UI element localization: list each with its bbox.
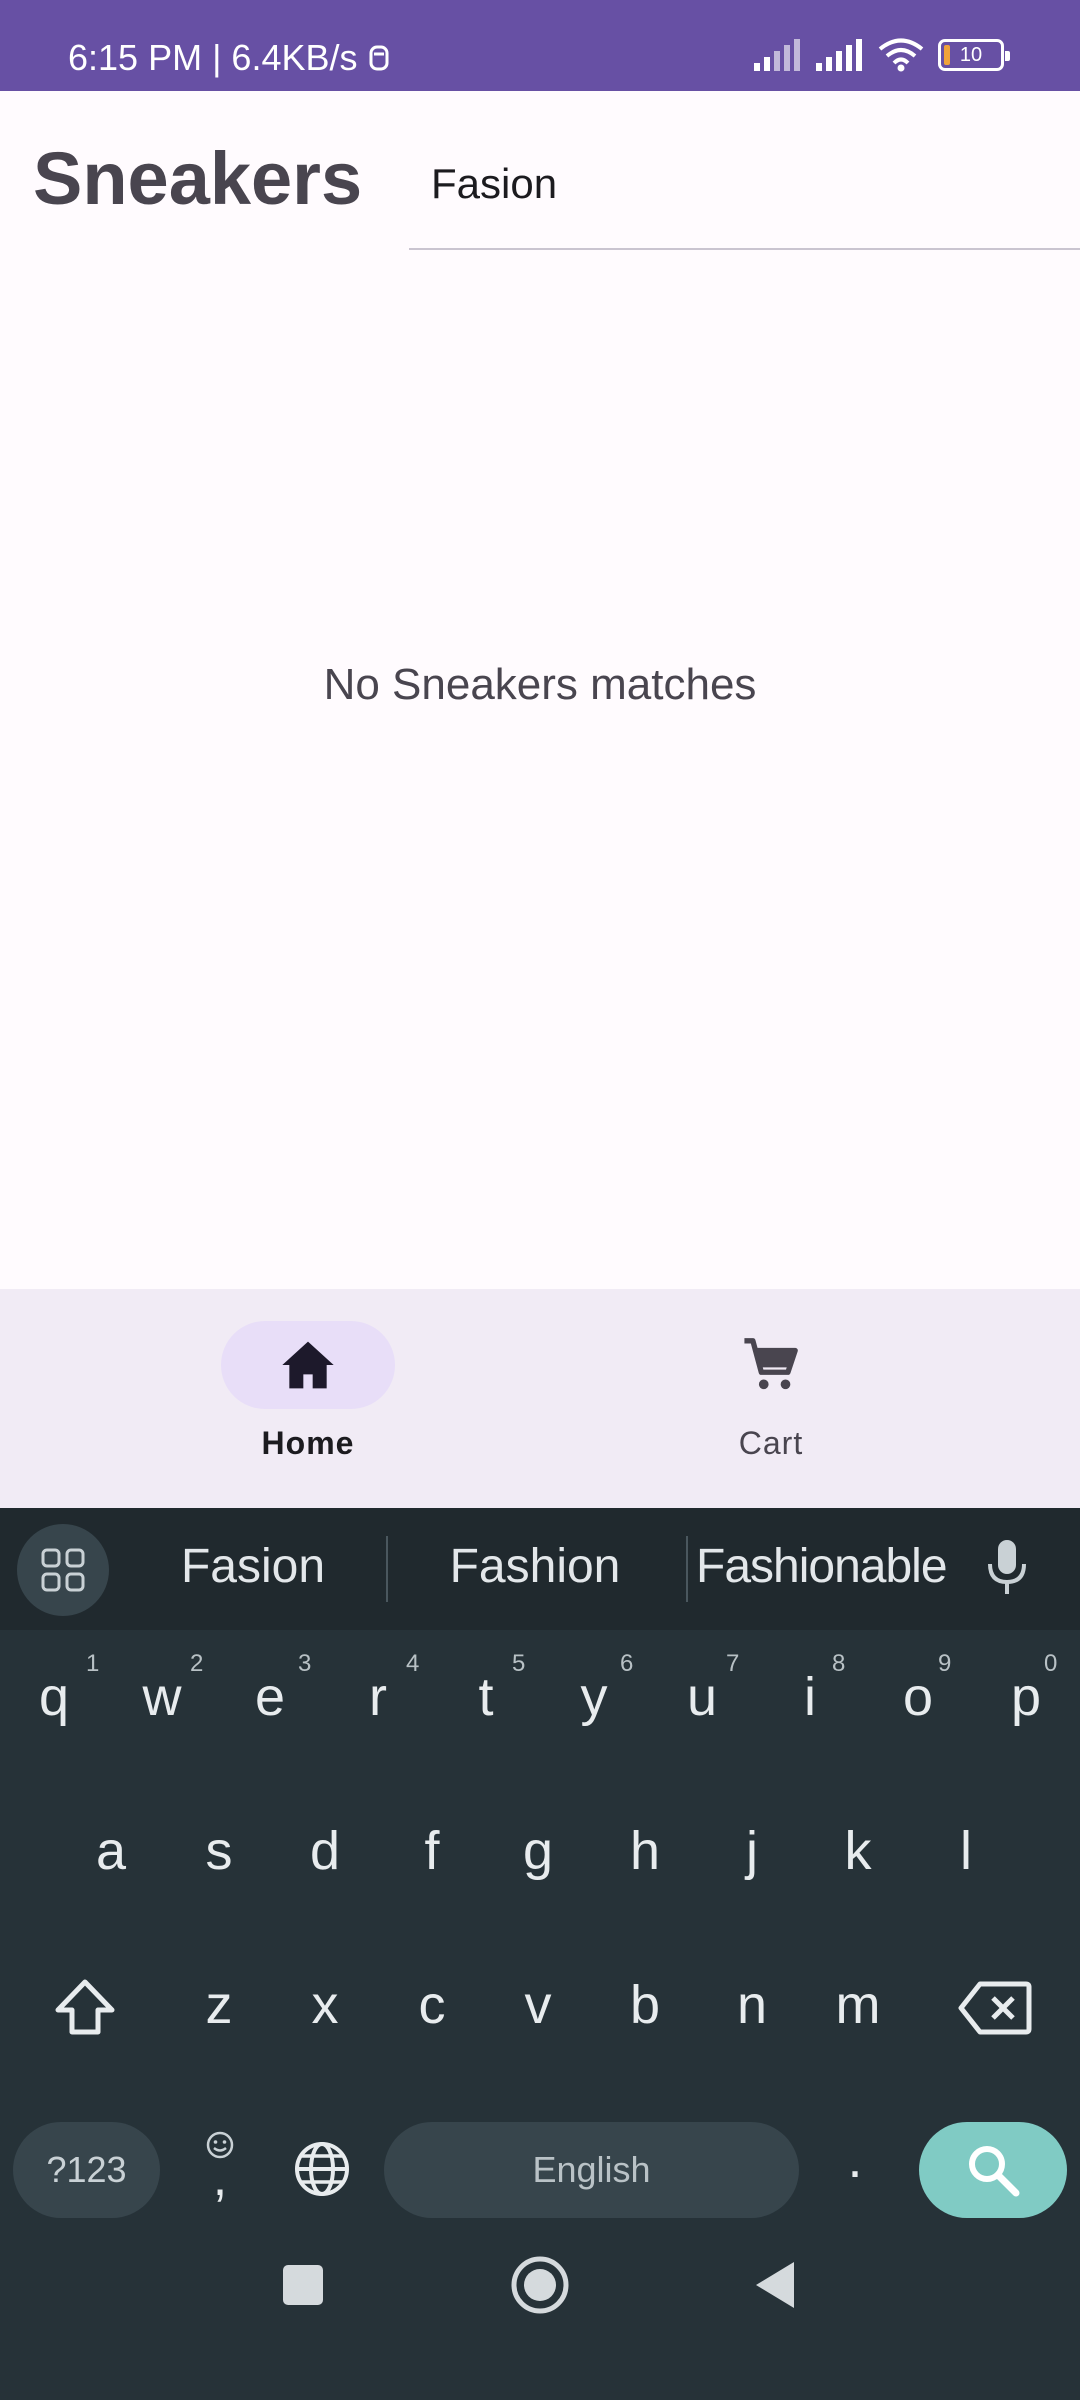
home-button-icon[interactable] [510,2255,570,2315]
key-r[interactable]: r4 [324,1650,432,1776]
period-key[interactable]: . [815,2128,895,2218]
bottom-navigation: Home Cart [0,1289,1080,1508]
suggestion-item[interactable]: Fashionable [696,1530,948,1604]
signal-icon [816,39,862,71]
suggestion-item[interactable]: Fasion [138,1530,368,1604]
key-t[interactable]: t5 [432,1650,540,1776]
status-time-speed: 6:15 PM | 6.4KB/s [68,36,390,80]
system-navigation-bar [0,2230,1080,2340]
page-title: Sneakers [33,137,363,220]
empty-state-message: No Sneakers matches [323,660,757,709]
suggestion-divider [686,1536,688,1602]
key-l[interactable]: l [912,1820,1020,1920]
key-h[interactable]: h [591,1820,699,1920]
shift-icon [55,1979,115,2035]
grid-icon [41,1548,85,1592]
key-v[interactable]: v [484,1974,592,2074]
keyboard-apps-button[interactable] [17,1524,109,1616]
backspace-icon [958,1981,1032,2035]
key-f[interactable]: f [378,1820,486,1920]
key-w[interactable]: w2 [108,1650,216,1776]
recents-icon[interactable] [282,2264,324,2306]
key-y[interactable]: y6 [540,1650,648,1776]
key-q[interactable]: q1 [0,1650,108,1776]
wifi-icon [878,38,924,72]
suggestion-bar: Fasion Fashion Fashionable [0,1508,1080,1630]
search-input[interactable] [431,154,1051,214]
key-c[interactable]: c [378,1974,486,2074]
nav-home-indicator [221,1321,395,1409]
status-icons: 10 [754,38,1010,72]
comma-emoji-key[interactable]: , [180,2120,260,2220]
key-j[interactable]: j [698,1820,806,1920]
suggestion-item[interactable]: Fashion [400,1530,670,1604]
key-o[interactable]: o9 [864,1650,972,1776]
battery-level: 10 [959,43,983,66]
key-g[interactable]: g [484,1820,592,1920]
nav-item-home[interactable]: Home [158,1321,458,1481]
search-field[interactable] [409,134,1080,250]
back-icon[interactable] [754,2260,796,2310]
search-icon [969,2146,1020,2197]
language-key[interactable] [282,2140,362,2210]
search-key[interactable] [919,2122,1067,2218]
key-k[interactable]: k [804,1820,912,1920]
symbols-key[interactable]: ?123 [13,2122,160,2218]
nav-label-home: Home [261,1425,355,1461]
nav-item-cart[interactable]: Cart [621,1321,921,1481]
notification-icon [369,45,388,71]
key-n[interactable]: n [698,1974,806,2074]
key-s[interactable]: s [165,1820,273,1920]
globe-icon [295,2142,349,2196]
nav-label-cart: Cart [738,1425,804,1461]
home-icon [282,1341,334,1389]
key-d[interactable]: d [271,1820,379,1920]
cart-icon [744,1338,798,1390]
nav-cart-indicator [684,1321,858,1409]
shift-key[interactable] [30,1978,140,2078]
key-b[interactable]: b [591,1974,699,2074]
suggestion-divider [386,1536,388,1602]
key-a[interactable]: a [57,1820,165,1920]
backspace-key[interactable] [940,1980,1050,2080]
space-key[interactable]: English [384,2122,799,2218]
comma-label: , [212,2149,228,2207]
key-p[interactable]: p0 [972,1650,1080,1776]
key-i[interactable]: i8 [756,1650,864,1776]
status-time-text: 6:15 PM | 6.4KB/s [68,37,358,78]
key-e[interactable]: e3 [216,1650,324,1776]
battery-icon: 10 [938,39,1010,71]
key-u[interactable]: u7 [648,1650,756,1776]
key-z[interactable]: z [165,1974,273,2074]
key-m[interactable]: m [804,1974,912,2074]
signal-icon [754,39,800,71]
key-x[interactable]: x [271,1974,379,2074]
microphone-icon[interactable] [984,1538,1030,1598]
status-bar: 6:15 PM | 6.4KB/s 10 [0,0,1080,91]
